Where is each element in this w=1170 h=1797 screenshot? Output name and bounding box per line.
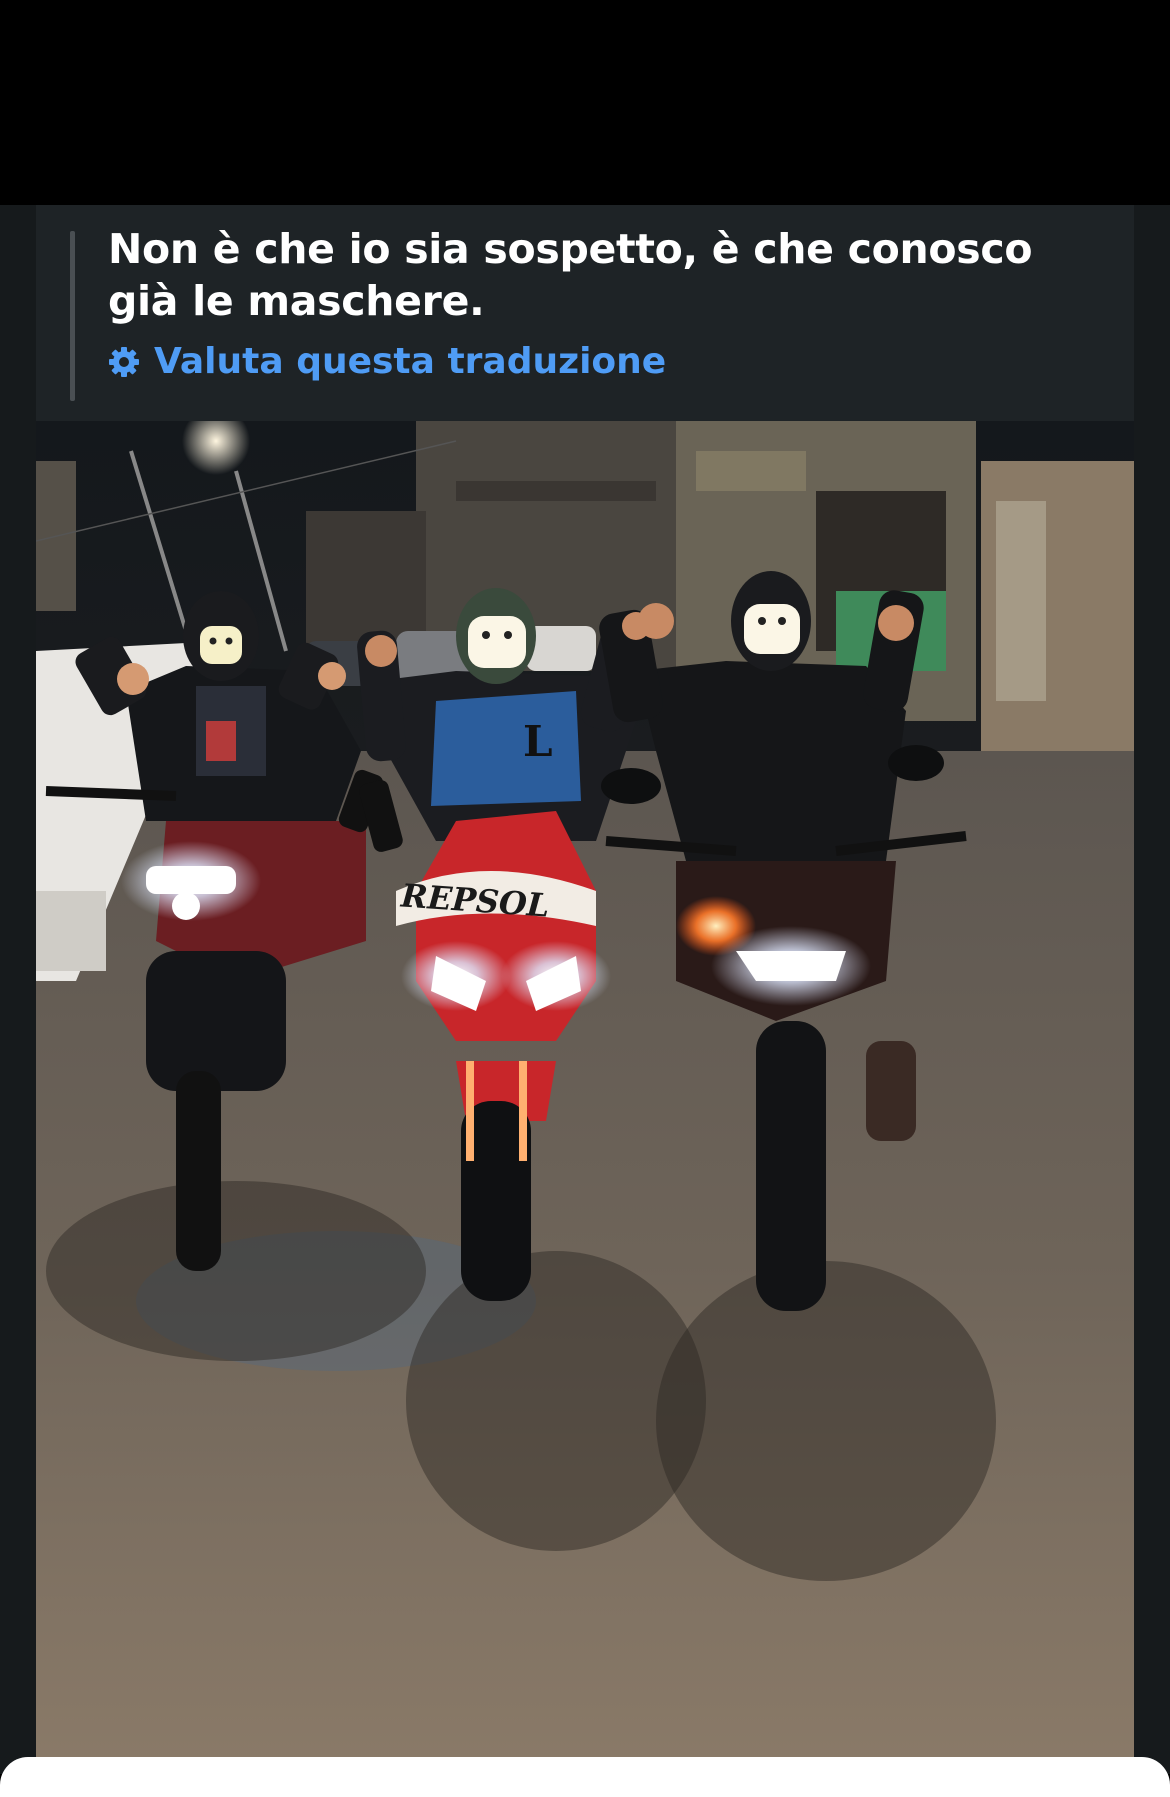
bottom-sheet-edge [0, 1757, 1170, 1797]
right-gutter [1134, 205, 1170, 1774]
face-sticker-right [744, 604, 800, 654]
face-sticker-left [200, 626, 242, 664]
status-bar-area [0, 0, 1170, 205]
quote-bar [70, 231, 75, 401]
motorcycle-riders-image: L REPSOL [36, 421, 1134, 1767]
jacket-letter: L [523, 717, 553, 766]
face-sticker-center [468, 616, 526, 668]
post-caption: Non è che io sia sospetto, è che conosco… [108, 225, 1033, 325]
rate-translation-label: Valuta questa traduzione [154, 341, 667, 382]
left-gutter [0, 205, 36, 1774]
post-card: Non è che io sia sospetto, è che conosco… [0, 205, 1170, 1774]
gear-icon [109, 346, 139, 377]
rate-translation-link[interactable]: Valuta questa traduzione [108, 341, 666, 382]
post-photo[interactable]: L REPSOL [36, 421, 1134, 1767]
translated-caption-block: Non è che io sia sospetto, è che conosco… [36, 205, 1134, 421]
